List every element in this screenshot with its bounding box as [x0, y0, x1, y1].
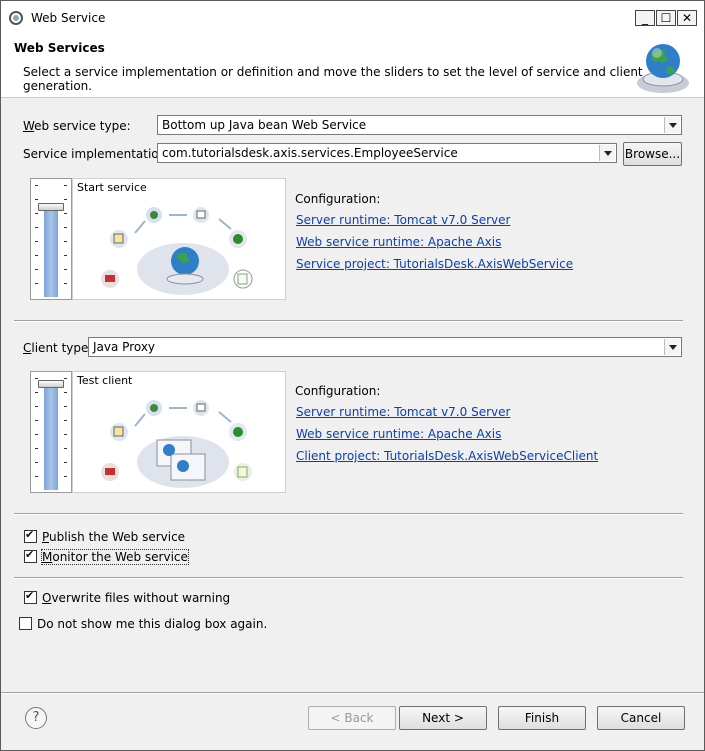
client-configuration-title: Configuration:	[295, 384, 381, 398]
client-lifecycle-diagram	[101, 400, 252, 488]
web-service-type-combo[interactable]: Bottom up Java bean Web Service	[157, 115, 682, 135]
title-bar: Web Service _ ☐ ✕	[1, 1, 704, 35]
monitor-label: Monitor the Web service	[41, 549, 189, 565]
slider-ticks	[35, 378, 38, 488]
service-configuration-title: Configuration:	[295, 192, 381, 206]
overwrite-label: Overwrite files without warning	[42, 591, 231, 605]
overwrite-checkbox[interactable]	[24, 589, 37, 604]
web-service-dialog: Web Service _ ☐ ✕ Web Services Select a …	[0, 0, 705, 751]
back-button[interactable]: < Back	[308, 706, 396, 730]
service-diagram: Start service	[72, 178, 286, 300]
page-title: Web Services	[14, 41, 105, 55]
client-type-label: Client type:	[23, 341, 93, 355]
do-not-show-label: Do not show me this dialog box again.	[37, 617, 268, 631]
help-icon[interactable]: ?	[25, 707, 47, 729]
browse-button[interactable]: Browse...	[623, 142, 682, 166]
publish-label: Publish the Web service	[42, 530, 186, 544]
service-web-service-runtime-link[interactable]: Web service runtime: Apache Axis	[296, 235, 501, 249]
cancel-button[interactable]: Cancel	[597, 706, 685, 730]
web-service-type-value: Bottom up Java bean Web Service	[162, 118, 367, 132]
service-level-label: Start service	[77, 181, 147, 194]
slider-thumb[interactable]	[38, 203, 64, 211]
slider-fill	[44, 209, 58, 297]
section-divider	[14, 320, 683, 322]
web-service-globe-icon	[637, 44, 689, 93]
client-web-service-runtime-link[interactable]: Web service runtime: Apache Axis	[296, 427, 501, 441]
client-type-combo[interactable]: Java Proxy	[88, 337, 682, 357]
chevron-down-icon[interactable]	[664, 339, 680, 355]
client-level-label: Test client	[77, 374, 133, 387]
chevron-down-icon[interactable]	[599, 145, 615, 161]
page-description: Select a service implementation or defin…	[23, 65, 643, 93]
slider-ticks	[64, 185, 67, 295]
close-icon: ✕	[681, 11, 693, 25]
slider-fill	[44, 386, 58, 490]
maximize-button[interactable]: ☐	[656, 10, 676, 26]
minimize-icon: _	[642, 11, 648, 25]
publish-checkbox[interactable]	[24, 528, 37, 543]
eclipse-icon	[9, 11, 23, 25]
chevron-down-icon[interactable]	[664, 117, 680, 133]
wizard-header: Web Services Select a service implementa…	[1, 35, 704, 98]
service-server-runtime-link[interactable]: Server runtime: Tomcat v7.0 Server	[296, 213, 510, 227]
section-divider	[14, 577, 683, 579]
slider-thumb[interactable]	[38, 380, 64, 388]
do-not-show-checkbox[interactable]	[19, 617, 32, 630]
section-divider	[14, 513, 683, 515]
monitor-checkbox[interactable]	[24, 548, 37, 563]
client-diagram: Test client	[72, 371, 286, 493]
slider-ticks	[64, 378, 67, 488]
maximize-icon: ☐	[660, 11, 672, 25]
service-project-link[interactable]: Service project: TutorialsDesk.AxisWebSe…	[296, 257, 573, 271]
service-implementation-value: com.tutorialsdesk.axis.services.Employee…	[162, 146, 458, 160]
client-project-link[interactable]: Client project: TutorialsDesk.AxisWebSer…	[296, 449, 598, 463]
service-implementation-label: Service implementation:	[23, 147, 171, 161]
web-service-type-label: Web service type:	[23, 119, 131, 133]
finish-button[interactable]: Finish	[498, 706, 586, 730]
minimize-button[interactable]: _	[635, 10, 655, 26]
close-button[interactable]: ✕	[677, 10, 697, 26]
window-title: Web Service	[31, 11, 106, 25]
footer-divider	[1, 692, 704, 694]
client-server-runtime-link[interactable]: Server runtime: Tomcat v7.0 Server	[296, 405, 510, 419]
slider-ticks	[35, 185, 38, 295]
next-button[interactable]: Next >	[399, 706, 487, 730]
service-implementation-combo[interactable]: com.tutorialsdesk.axis.services.Employee…	[157, 143, 617, 163]
service-lifecycle-diagram	[101, 207, 253, 295]
client-type-value: Java Proxy	[93, 340, 156, 354]
service-level-slider[interactable]	[30, 178, 72, 300]
client-level-slider[interactable]	[30, 371, 72, 493]
